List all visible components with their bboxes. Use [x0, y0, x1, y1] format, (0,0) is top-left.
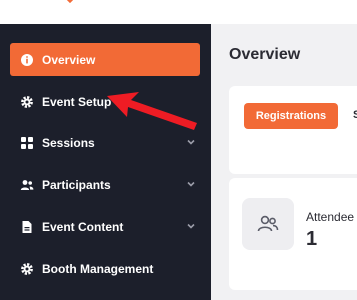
tabs-card: Registrations S [229, 86, 357, 174]
sidebar: Overview Event Setup Sessions Participan… [0, 24, 211, 300]
chevron-down-icon[interactable] [186, 137, 196, 147]
chevron-down-icon[interactable] [186, 221, 196, 231]
main-content: Overview Registrations S Attendee 1 [211, 24, 357, 300]
stat-value: 1 [306, 228, 318, 250]
stat-label: Attendee [306, 210, 355, 224]
document-icon [20, 220, 34, 234]
top-header [0, 0, 357, 24]
brand-logo [66, 0, 74, 4]
attendee-stat-card: Attendee 1 [229, 178, 357, 290]
sidebar-item-booth-management[interactable]: Booth Management [10, 252, 200, 285]
gear-icon [20, 262, 34, 276]
sidebar-item-participants[interactable]: Participants [10, 168, 200, 201]
sidebar-item-label: Sessions [42, 135, 95, 150]
sidebar-item-event-content[interactable]: Event Content [10, 210, 200, 243]
grid-icon [20, 136, 34, 150]
sidebar-item-overview[interactable]: Overview [10, 43, 200, 76]
sidebar-item-label: Event Content [42, 219, 124, 234]
sidebar-item-label: Participants [42, 177, 111, 192]
sidebar-item-label: Booth Management [42, 261, 154, 276]
gear-icon [20, 95, 34, 109]
chevron-down-icon[interactable] [186, 179, 196, 189]
sidebar-item-label: Overview [42, 52, 96, 67]
people-icon [242, 198, 294, 250]
annotation-arrow-icon [107, 92, 197, 130]
page-title: Overview [229, 46, 301, 63]
users-icon [20, 178, 34, 192]
info-icon [20, 53, 34, 67]
tab-registrations[interactable]: Registrations [244, 103, 338, 129]
sidebar-item-label: Event Setup [42, 94, 112, 109]
tab-next[interactable]: S [353, 109, 357, 121]
